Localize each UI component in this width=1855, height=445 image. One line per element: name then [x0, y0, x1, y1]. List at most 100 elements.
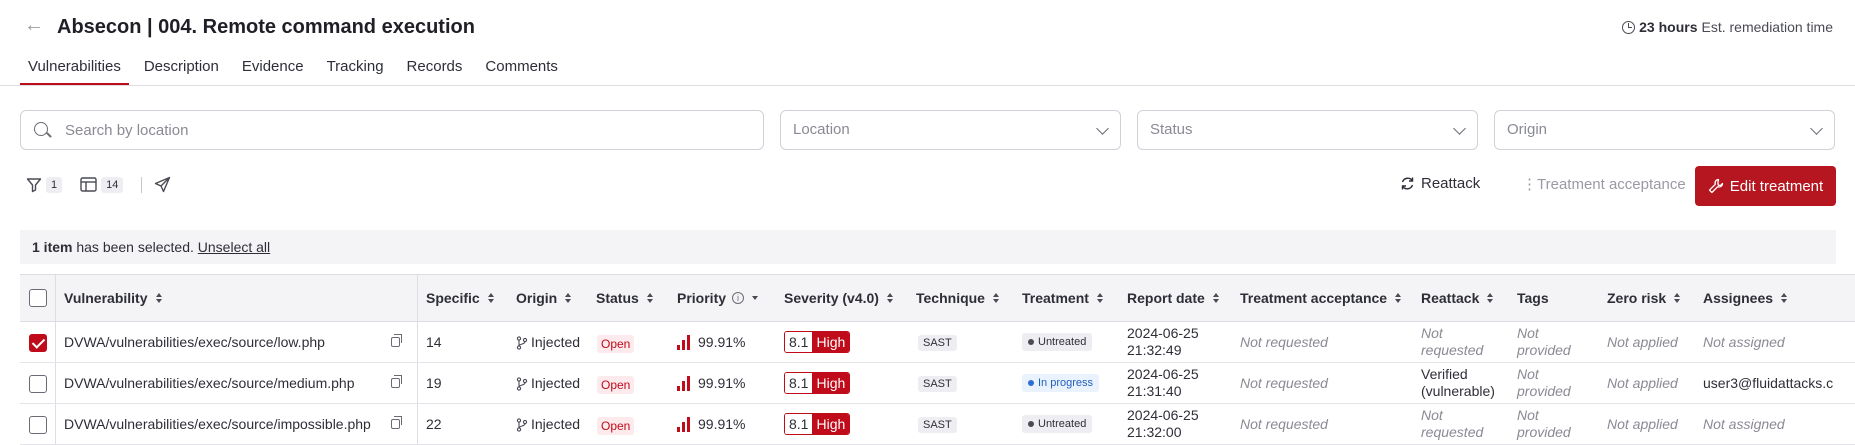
- row-checkbox[interactable]: [29, 416, 47, 434]
- severity-badge: 8.1 High: [784, 413, 851, 435]
- origin-select-label: Origin: [1507, 121, 1548, 138]
- send-button[interactable]: [154, 176, 171, 193]
- selection-text: has been selected.: [76, 239, 194, 255]
- zero-risk-cell: Not applied: [1607, 375, 1678, 391]
- row-checkbox[interactable]: [29, 375, 47, 393]
- wrench-icon: [1708, 178, 1723, 194]
- severity-badge: 8.1 High: [784, 331, 851, 353]
- more-dots-icon: ⋮: [1522, 176, 1537, 193]
- table-row[interactable]: DVWA/vulnerabilities/exec/source/medium.…: [20, 363, 1855, 404]
- vulnerability-location[interactable]: DVWA/vulnerabilities/exec/source/medium.…: [64, 375, 355, 391]
- table-row[interactable]: DVWA/vulnerabilities/exec/source/impossi…: [20, 404, 1855, 445]
- column-header-treatment-acceptance[interactable]: Treatment acceptance: [1240, 290, 1402, 306]
- copy-icon[interactable]: [391, 334, 402, 347]
- unselect-all-link[interactable]: Unselect all: [198, 239, 270, 255]
- treatment-acceptance-cell: Not requested: [1240, 416, 1328, 432]
- remediation-time: 23 hours Est. remediation time: [1622, 19, 1833, 35]
- vulnerability-location[interactable]: DVWA/vulnerabilities/exec/source/low.php: [64, 334, 325, 350]
- reattack-cell: Not requested: [1421, 407, 1484, 440]
- priority-bars-icon: [677, 334, 693, 350]
- column-header-zero-risk[interactable]: Zero risk: [1607, 290, 1681, 306]
- table-header: Vulnerability Specific Origin Status Pri…: [20, 274, 1855, 322]
- zero-risk-cell: Not applied: [1607, 334, 1678, 350]
- tags-cell: Not provided: [1517, 407, 1571, 440]
- edit-treatment-button[interactable]: Edit treatment: [1695, 166, 1836, 206]
- remediation-hours: 23 hours: [1639, 19, 1698, 35]
- remediation-label: Est. remediation time: [1701, 19, 1834, 35]
- column-header-report-date[interactable]: Report date: [1127, 290, 1219, 306]
- branch-icon: [516, 377, 528, 391]
- tags-cell: Not provided: [1517, 325, 1571, 358]
- technique-badge: SAST: [918, 417, 957, 433]
- location-select[interactable]: Location: [780, 110, 1121, 150]
- origin-cell: Injected: [531, 375, 581, 391]
- reattack-button[interactable]: Reattack: [1400, 175, 1480, 192]
- reattack-label: Reattack: [1421, 175, 1481, 192]
- tags-cell: Not provided: [1517, 366, 1571, 399]
- copy-icon[interactable]: [391, 375, 402, 388]
- tab-tracking[interactable]: Tracking: [319, 56, 392, 86]
- assignees-cell: user3@fluidattacks.c: [1703, 375, 1834, 391]
- refresh-icon: [1401, 177, 1414, 190]
- send-icon: [155, 176, 171, 193]
- location-select-label: Location: [793, 121, 850, 138]
- treatment-badge: In progress: [1022, 374, 1100, 392]
- severity-badge: 8.1 High: [784, 372, 851, 394]
- reattack-cell: Verified (vulnerable): [1421, 366, 1495, 399]
- column-header-technique[interactable]: Technique: [916, 290, 999, 306]
- technique-badge: SAST: [918, 335, 957, 351]
- column-header-assignees[interactable]: Assignees: [1703, 290, 1788, 306]
- copy-icon[interactable]: [391, 416, 402, 429]
- origin-select[interactable]: Origin: [1494, 110, 1835, 150]
- row-checkbox[interactable]: [29, 334, 47, 352]
- search-icon: [34, 122, 48, 136]
- edit-treatment-label: Edit treatment: [1729, 177, 1824, 195]
- column-header-tags[interactable]: Tags: [1517, 290, 1549, 306]
- specific-cell: 14: [426, 334, 442, 350]
- column-header-treatment[interactable]: Treatment: [1022, 290, 1103, 306]
- column-header-priority[interactable]: Priority i: [677, 290, 759, 306]
- priority-cell: 99.91%: [698, 375, 746, 391]
- page-title: Absecon | 004. Remote command execution: [57, 16, 475, 38]
- tab-divider: [0, 85, 1855, 86]
- chevron-down-icon: [1096, 122, 1109, 135]
- report-date-cell: 2024-06-25 21:32:49: [1127, 325, 1199, 358]
- chevron-down-icon: [1810, 122, 1823, 135]
- reattack-cell: Not requested: [1421, 325, 1484, 358]
- table-toolbar: 1 14: [26, 176, 189, 193]
- column-header-origin[interactable]: Origin: [516, 290, 572, 306]
- table-row[interactable]: DVWA/vulnerabilities/exec/source/low.php…: [20, 322, 1855, 363]
- priority-bars-icon: [677, 416, 693, 432]
- info-icon: i: [732, 292, 745, 304]
- column-header-specific[interactable]: Specific: [426, 290, 494, 306]
- column-header-reattack[interactable]: Reattack: [1421, 290, 1494, 306]
- column-header-vulnerability[interactable]: Vulnerability: [64, 290, 162, 306]
- report-date-cell: 2024-06-25 21:31:40: [1127, 366, 1199, 399]
- assignees-cell: Not assigned: [1703, 416, 1785, 432]
- columns-button[interactable]: 14: [80, 176, 124, 193]
- tab-description[interactable]: Description: [136, 56, 227, 86]
- tab-comments[interactable]: Comments: [477, 56, 566, 86]
- search-input[interactable]: [65, 119, 745, 141]
- select-all-checkbox[interactable]: [29, 289, 47, 307]
- chevron-down-icon: [1453, 122, 1466, 135]
- status-select[interactable]: Status: [1137, 110, 1478, 150]
- tab-vulnerabilities[interactable]: Vulnerabilities: [20, 56, 129, 86]
- treatment-acceptance-button[interactable]: ⋮Treatment acceptance: [1522, 175, 1686, 193]
- columns-count: 14: [101, 176, 124, 193]
- clock-icon: [1622, 20, 1636, 34]
- tab-evidence[interactable]: Evidence: [234, 56, 312, 86]
- search-box[interactable]: [20, 110, 764, 150]
- column-header-severity[interactable]: Severity (v4.0): [784, 290, 893, 306]
- back-arrow-icon[interactable]: ←: [24, 14, 46, 36]
- technique-badge: SAST: [918, 376, 957, 392]
- filter-button[interactable]: 1: [26, 176, 63, 193]
- column-header-status[interactable]: Status: [596, 290, 653, 306]
- specific-cell: 19: [426, 375, 442, 391]
- tab-records[interactable]: Records: [399, 56, 471, 86]
- status-badge: Open: [597, 417, 635, 435]
- vulnerability-location[interactable]: DVWA/vulnerabilities/exec/source/impossi…: [64, 416, 371, 432]
- selection-bar: 1 item has been selected. Unselect all: [20, 230, 1836, 264]
- branch-icon: [516, 418, 528, 432]
- branch-icon: [516, 336, 528, 350]
